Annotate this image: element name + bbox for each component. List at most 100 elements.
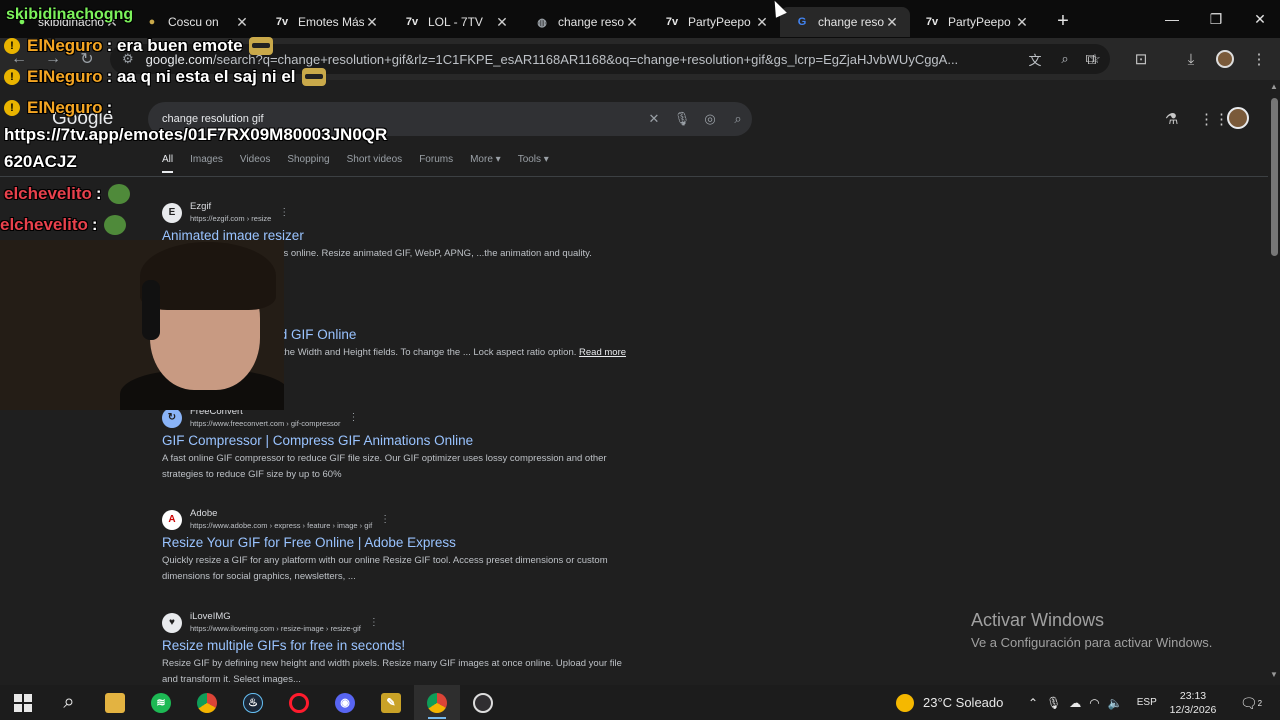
microphone-icon[interactable]: 🎙 <box>1046 696 1061 710</box>
search-result: ♥ iLoveIMG https://www.iloveimg.com › resi… <box>162 611 632 688</box>
folder-icon <box>105 692 125 713</box>
clock[interactable]: 23:13 12/3/2026 <box>1163 685 1223 720</box>
chat-username[interactable]: ElNeguro <box>27 98 103 118</box>
scroll-thumb[interactable] <box>1271 98 1278 256</box>
chat-text: : <box>95 184 102 203</box>
wifi-icon[interactable]: ◠ <box>1089 696 1099 710</box>
chat-badge-icon: ! <box>4 38 20 54</box>
taskbar-steam[interactable]: ♨ <box>230 685 276 720</box>
search-result: ↻ FreeConvert https://www.freeconvert.com … <box>162 406 632 483</box>
pepe-emote-icon <box>103 215 126 235</box>
language-indicator[interactable]: ESP <box>1137 697 1157 708</box>
chat-text: https://7tv.app/emotes/01F7RX09M80003JN0… <box>4 125 388 144</box>
cloud-icon[interactable]: ☁ <box>1069 696 1081 710</box>
extensions-icon[interactable]: ⧉ <box>1076 44 1106 74</box>
search-icon[interactable]: ⌕ <box>724 111 752 127</box>
close-window-button[interactable]: ✕ <box>1238 0 1280 38</box>
close-tab-icon[interactable]: ✕ <box>1014 14 1030 31</box>
start-button[interactable] <box>0 685 46 720</box>
apps-grid-icon[interactable]: ⋮⋮ <box>1199 110 1229 128</box>
result-snippet: A fast online GIF compressor to reduce G… <box>162 453 607 480</box>
tab-title: PartyPeepo <box>948 15 1011 29</box>
menu-icon[interactable]: ⋮ <box>1244 44 1274 74</box>
sun-icon <box>896 693 914 712</box>
discord-icon: ◉ <box>335 692 355 713</box>
screen: ●skibidinachogng✕●Coscu on✕7vEmotes Más✕… <box>0 0 1280 720</box>
headphones-icon <box>142 280 160 340</box>
labs-icon[interactable]: ⚗ <box>1165 110 1178 128</box>
result-source[interactable]: A Adobe https://www.adobe.com › express › … <box>162 508 632 531</box>
chat-channel-name: skibidinachogng <box>6 6 134 23</box>
result-title-link[interactable]: Resize multiple GIFs for free in seconds… <box>162 638 632 653</box>
close-tab-icon[interactable]: ✕ <box>624 14 640 31</box>
tab-5[interactable]: 7v PartyPeepo ✕ <box>650 7 780 37</box>
lens-icon[interactable]: ◎ <box>696 111 724 127</box>
pepe-emote-icon <box>107 184 130 204</box>
chat-text: : era buen emote <box>106 36 243 55</box>
filter-tab-5[interactable]: Forums <box>419 154 453 165</box>
result-title-link[interactable]: GIF Compressor | Compress GIF Animations… <box>162 433 632 448</box>
chat-username[interactable]: elchevelito <box>4 184 92 204</box>
taskbar-spotify[interactable]: ≋ <box>138 685 184 720</box>
close-tab-icon[interactable]: ✕ <box>494 14 510 31</box>
new-tab-button[interactable]: + <box>1048 10 1078 33</box>
profile-avatar[interactable] <box>1210 44 1240 74</box>
spotify-icon: ≋ <box>151 692 171 713</box>
scroll-up-icon[interactable]: ▲ <box>1270 82 1278 91</box>
more-options-icon[interactable]: ⋮ <box>380 514 390 525</box>
chat-username[interactable]: ElNeguro <box>27 36 103 56</box>
chat-username[interactable]: ElNeguro <box>27 67 103 87</box>
taskbar-chrome[interactable] <box>184 685 230 720</box>
taskbar-opera[interactable] <box>276 685 322 720</box>
read-more-link[interactable]: Read more <box>579 347 626 358</box>
translate-icon[interactable]: 文 <box>1020 50 1050 69</box>
microphone-icon[interactable]: 🎙 <box>668 111 696 127</box>
more-options-icon[interactable]: ⋮ <box>348 412 358 423</box>
chat-text: : <box>91 215 98 234</box>
opera-icon <box>289 692 309 713</box>
result-url: https://www.freeconvert.com › gif-compre… <box>190 419 341 428</box>
tab-title: PartyPeepo <box>688 15 751 29</box>
globe-icon: ◍ <box>537 16 547 29</box>
scroll-down-icon[interactable]: ▼ <box>1270 670 1278 679</box>
sunglasses-emote-icon <box>248 37 273 55</box>
chat-message: elchevelito: <box>4 184 130 204</box>
google-icon: G <box>797 16 807 28</box>
windows-taskbar: ⌕ ≋ ♨ ◉ ✎ 23°C Soleado ⌃ 🎙 ☁ ◠ 🔈 ESP 23:… <box>0 685 1280 720</box>
tab-title: LOL - 7TV <box>428 15 483 29</box>
steam-icon: ♨ <box>243 692 263 713</box>
taskbar-notes[interactable]: ✎ <box>368 685 414 720</box>
screenshot-icon[interactable]: ⊡ <box>1126 44 1156 74</box>
tab-4[interactable]: ◍ change resol ✕ <box>520 7 650 37</box>
tab-7[interactable]: 7v PartyPeepo ✕ <box>910 7 1040 37</box>
tab-6[interactable]: Gchange resol ✕ <box>780 7 910 37</box>
notifications-icon[interactable]: 🗨 2 <box>1238 690 1264 716</box>
close-tab-icon[interactable]: ✕ <box>754 14 770 31</box>
restore-button[interactable]: ❐ <box>1194 0 1238 38</box>
chat-username[interactable]: elchevelito <box>0 215 88 235</box>
taskbar-discord[interactable]: ◉ <box>322 685 368 720</box>
taskbar-obs[interactable] <box>460 685 506 720</box>
chevron-up-icon[interactable]: ⌃ <box>1028 696 1038 710</box>
account-avatar[interactable] <box>1227 107 1249 129</box>
filter-tab-6[interactable]: More ▾ <box>470 154 501 165</box>
taskbar-explorer[interactable] <box>92 685 138 720</box>
download-icon[interactable]: ⤓ <box>1176 44 1206 74</box>
activation-watermark: Activar Windows Ve a Configuración para … <box>971 610 1213 650</box>
more-options-icon[interactable]: ⋮ <box>369 617 379 628</box>
close-tab-icon[interactable]: ✕ <box>884 14 900 31</box>
minimize-button[interactable]: — <box>1150 0 1194 38</box>
page-scrollbar[interactable]: ▲ ▼ <box>1268 80 1280 685</box>
filter-tab-7[interactable]: Tools ▾ <box>518 154 549 165</box>
clear-icon[interactable]: ✕ <box>640 111 668 127</box>
chat-text: : <box>106 98 113 117</box>
chrome-icon <box>197 692 217 713</box>
search-result: A Adobe https://www.adobe.com › express › … <box>162 508 632 585</box>
volume-icon[interactable]: 🔈 <box>1108 696 1123 710</box>
taskbar-chrome-active[interactable] <box>414 685 460 720</box>
taskbar-search-button[interactable]: ⌕ <box>46 685 92 720</box>
result-title-link[interactable]: Resize Your GIF for Free Online | Adobe … <box>162 535 632 550</box>
result-source[interactable]: ♥ iLoveIMG https://www.iloveimg.com › resi… <box>162 611 632 634</box>
chat-message: https://7tv.app/emotes/01F7RX09M80003JN0… <box>4 125 387 145</box>
weather-widget[interactable]: 23°C Soleado <box>896 685 1003 720</box>
